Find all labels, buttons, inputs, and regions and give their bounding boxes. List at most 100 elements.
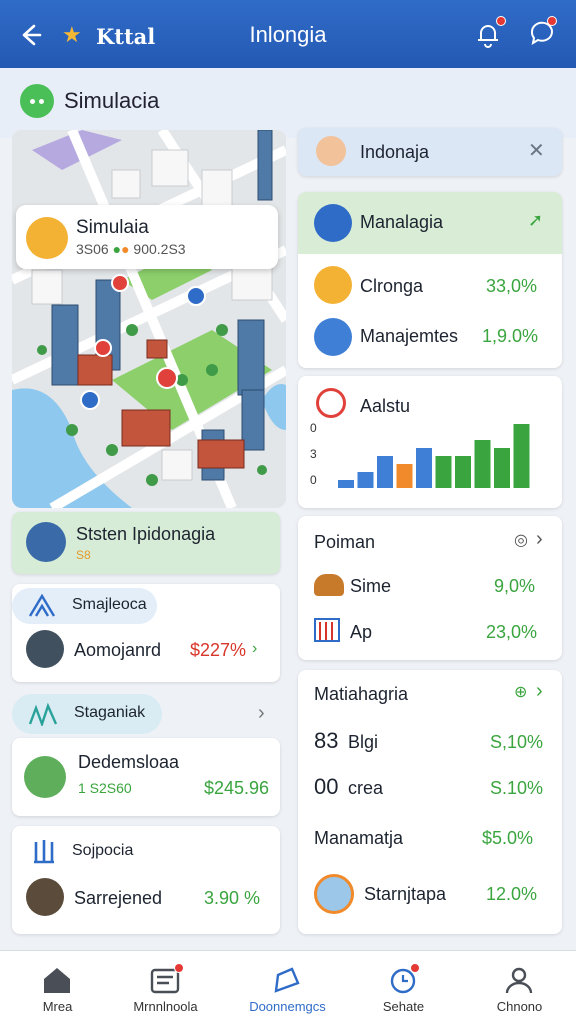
chart-bar — [377, 456, 393, 488]
matiahagria-card[interactable]: Matiahagria ⊕ › 83 Blgi S,10% 00 crea S.… — [298, 670, 562, 934]
row-name: Manamatja — [314, 828, 404, 848]
dot-icon: ● — [112, 241, 122, 257]
popup-name: Simulaia — [76, 217, 149, 238]
bottom-navigation: Mrea Mrnnlnoola Doonnemgcs Sehate Chnono — [0, 950, 576, 1024]
card-2-header[interactable]: Staganiak › — [12, 694, 280, 734]
notice-banner[interactable]: Indonaja ✕ — [298, 128, 562, 176]
row-value: 23,0% — [486, 622, 538, 642]
row-value: 1,9.0% — [482, 326, 539, 346]
card-name: Dedemsloaa — [78, 752, 180, 772]
card-header: Smajleoca — [72, 596, 147, 613]
chart-logo-icon — [316, 388, 346, 418]
popup-sub-right: 900.2S3 — [133, 241, 186, 257]
manalagia-card[interactable]: Manalagia ➚ Clronga 33,0% Manajemtes 1,9… — [298, 192, 562, 368]
row-name: Manajemtes — [360, 326, 459, 346]
row-lead: 00 — [314, 774, 339, 799]
bar-chart: 0 3 0 — [310, 421, 530, 488]
nav-label: Sehate — [382, 999, 425, 1014]
nav-item-clock[interactable]: Sehate — [346, 951, 461, 1024]
row-value: 12.0% — [486, 884, 538, 904]
card-name: Sarrejened — [74, 888, 163, 908]
card-sub: 1 S2S60 — [78, 780, 132, 796]
status-card[interactable]: Ststen Ipidonagia S8 — [12, 512, 280, 574]
badge-icon: ⊕ — [514, 684, 528, 701]
notice-label: Indonaja — [360, 142, 430, 162]
y-tick-label: 3 — [310, 447, 317, 461]
chart-bar — [357, 472, 374, 488]
card-header: Staganiak — [74, 704, 146, 721]
chart-bar — [455, 456, 471, 488]
nav-label: Chnono — [496, 999, 543, 1014]
row-name: Blgi — [348, 732, 379, 752]
chart-bar — [338, 480, 354, 488]
chart-card[interactable]: Aalstu 0 3 0 — [298, 376, 562, 508]
chart-bar — [494, 448, 510, 488]
bank-icon — [314, 266, 352, 304]
chevron-right-icon[interactable]: › — [536, 680, 543, 703]
nav-label: Mrnnlnoola — [133, 999, 198, 1014]
arrow-icon[interactable]: ➚ — [528, 210, 543, 231]
row-value: $5.0% — [482, 828, 534, 848]
y-tick-label: 0 — [310, 421, 317, 435]
user-icon — [505, 967, 533, 994]
building-icon — [314, 618, 340, 642]
status-pill-icon — [20, 84, 54, 118]
row-name: crea — [348, 778, 384, 798]
card-header: Sojpocia — [72, 842, 134, 859]
card-value: $227% — [190, 640, 247, 660]
agent-card-1[interactable]: Smajleoca Aomojanrd $227% › — [12, 584, 280, 682]
chart-bar — [474, 440, 491, 488]
nav-item-map[interactable]: Doonnemgcs — [230, 951, 345, 1024]
chart-bar — [396, 464, 413, 488]
home-icon — [44, 968, 70, 993]
map-icon — [274, 967, 300, 993]
nav-label: Mrea — [42, 999, 73, 1014]
card-value: $245.96 — [204, 778, 270, 798]
popup-sub: 3S06 ●● 900.2S3 — [76, 241, 186, 257]
status-badge: S8 — [76, 548, 91, 562]
agent-card-3[interactable]: Sojpocia Sarrejened 3.90 % — [12, 826, 280, 934]
chart-bar — [416, 448, 432, 488]
y-tick-label: 0 — [310, 473, 317, 487]
nav-item-home[interactable]: Mrea — [0, 951, 115, 1024]
avatar — [26, 630, 64, 668]
tower-icon — [28, 594, 56, 617]
city-map[interactable] — [12, 130, 286, 508]
map-popup-card[interactable]: Simulaia 3S06 ●● 900.2S3 — [16, 205, 278, 269]
card-title: Matiahagria — [314, 684, 409, 704]
chart-bar — [435, 456, 452, 488]
chevron-right-icon[interactable]: › — [258, 702, 265, 725]
avatar — [316, 136, 346, 166]
close-icon[interactable]: ✕ — [528, 138, 545, 163]
row-lead: 83 — [314, 728, 339, 753]
row-value: S.10% — [490, 778, 544, 798]
nav-item-inbox[interactable]: Mrnnlnoola — [108, 951, 223, 1024]
row-name: Ap — [350, 622, 373, 642]
poiman-card[interactable]: Poiman ◎ › Sime 9,0% Ap 23,0% — [298, 516, 562, 660]
row-name: Sime — [350, 576, 392, 596]
row-value: 33,0% — [486, 276, 538, 296]
pillars-icon — [34, 840, 54, 864]
dot-icon: ● — [121, 241, 130, 257]
status-title: Ststen Ipidonagia — [76, 524, 216, 544]
row-name: Starnjtapa — [364, 884, 447, 904]
chevron-right-icon[interactable]: › — [536, 528, 543, 551]
top-app-bar: ★ Kttal Inlongia — [0, 0, 576, 68]
avatar — [26, 522, 66, 562]
inbox-badge — [174, 963, 184, 973]
building-icon — [314, 874, 354, 914]
section-title: Simulacia — [64, 88, 160, 113]
row-value: S,10% — [490, 732, 544, 752]
info-icon[interactable]: ◎ — [514, 530, 528, 550]
nav-item-profile[interactable]: Chnono — [462, 951, 576, 1024]
avatar — [26, 878, 64, 916]
list-icon — [314, 318, 352, 356]
card-title: Manalagia — [360, 212, 444, 232]
chart-title: Aalstu — [360, 396, 411, 416]
clock-badge — [410, 963, 420, 973]
chevron-right-icon[interactable]: › — [252, 640, 257, 658]
building-icon — [24, 756, 66, 798]
card-value: 3.90 % — [204, 888, 261, 908]
tower-icon — [28, 702, 58, 726]
agent-card-2[interactable]: Dedemsloaa 1 S2S60 $245.96 — [12, 738, 280, 816]
